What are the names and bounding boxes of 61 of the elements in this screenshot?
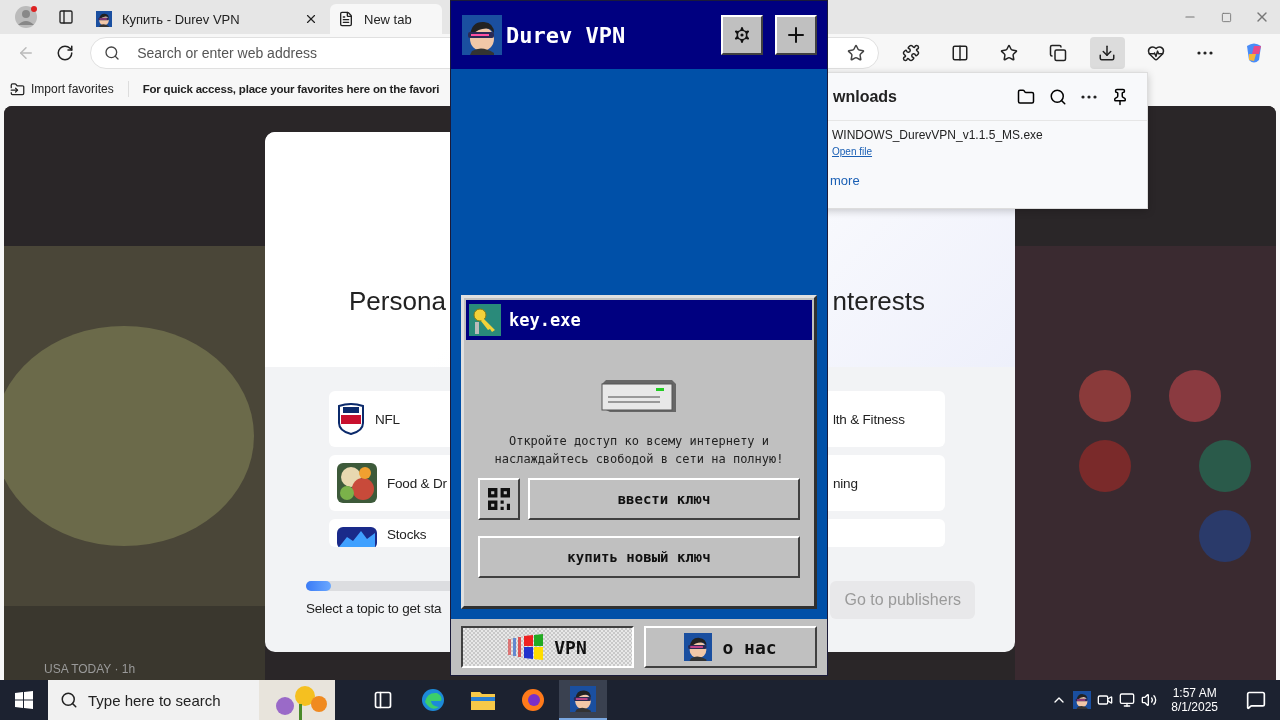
progress-caption: Select a topic to get sta	[306, 601, 443, 616]
dialog-message: Откройте доступ ко всему интернету и наслаждайтесь свободой в сети на полную!	[494, 433, 784, 468]
star-icon	[1000, 44, 1019, 62]
download-icon	[1098, 44, 1117, 62]
server-icon	[600, 378, 678, 414]
page-icon	[338, 11, 354, 27]
refresh-icon	[55, 44, 74, 62]
downloads-title: wnloads	[832, 87, 897, 106]
heart-pulse-icon	[1147, 44, 1166, 62]
clock[interactable]: 1:57 AM 8/1/2025	[1163, 686, 1226, 714]
sidebar-icon	[58, 9, 74, 25]
taskbar-search-field[interactable]: Type here to search	[48, 680, 259, 720]
windows-icon	[15, 691, 33, 709]
network-icon[interactable]	[1119, 692, 1136, 708]
qr-code-button[interactable]	[478, 478, 520, 520]
vpn-app-icon	[570, 686, 596, 712]
import-icon	[10, 81, 25, 97]
split-screen-icon	[951, 44, 969, 62]
favorite-star-icon[interactable]	[847, 44, 866, 62]
toolbar-button[interactable]	[1089, 37, 1125, 69]
search-icon[interactable]	[1049, 87, 1067, 106]
pin-icon[interactable]	[1111, 87, 1129, 106]
folder-icon	[471, 690, 495, 710]
browser-tab[interactable]: New tab	[330, 4, 442, 34]
browser-tab[interactable]: Купить - Durev VPN	[88, 4, 326, 34]
buy-key-button[interactable]: купить новый ключ	[478, 536, 800, 578]
favorites-hint: For quick access, place your favorites here on the favori	[142, 83, 440, 95]
file-name: WINDOWS_DurevVPN_v1.1.5_MS.exe	[832, 128, 1043, 142]
settings-button[interactable]	[721, 15, 763, 55]
volume-icon[interactable]	[1141, 692, 1158, 708]
restore-icon	[1220, 11, 1232, 23]
tray-app-icon	[1073, 691, 1092, 709]
tab-favicon-icon	[96, 11, 112, 27]
app-logo	[462, 15, 502, 55]
nav-tab[interactable]: VPN	[461, 626, 634, 668]
key-icon	[469, 304, 501, 336]
shield-icon	[337, 403, 365, 435]
avatar-icon	[684, 633, 713, 661]
open-file-link[interactable]: Open file	[832, 146, 873, 157]
message-icon	[1246, 690, 1266, 710]
import-favorites-link[interactable]: Import favorites	[10, 81, 114, 97]
search-icon	[60, 691, 78, 709]
more-icon	[1197, 51, 1214, 55]
windows-logo-icon	[508, 633, 545, 661]
see-more-link[interactable]: more	[830, 173, 860, 188]
folder-icon[interactable]	[1017, 87, 1035, 106]
nav-tab[interactable]: о нас	[644, 626, 817, 668]
enter-key-button[interactable]: ввести ключ	[528, 478, 800, 520]
search-icon	[104, 45, 121, 61]
close-icon[interactable]	[304, 12, 318, 26]
heading: nterests	[832, 286, 925, 317]
heading: Persona	[349, 286, 446, 317]
dialog-title: key.exe	[509, 310, 581, 330]
collections-icon	[1049, 44, 1068, 62]
taskbar-app[interactable]	[559, 680, 607, 720]
puzzle-icon	[901, 44, 920, 62]
task-view-icon	[373, 690, 393, 710]
camera-icon[interactable]	[1097, 692, 1114, 708]
add-button[interactable]	[775, 15, 817, 55]
more-icon	[1081, 94, 1097, 99]
qr-code-icon	[488, 488, 510, 510]
